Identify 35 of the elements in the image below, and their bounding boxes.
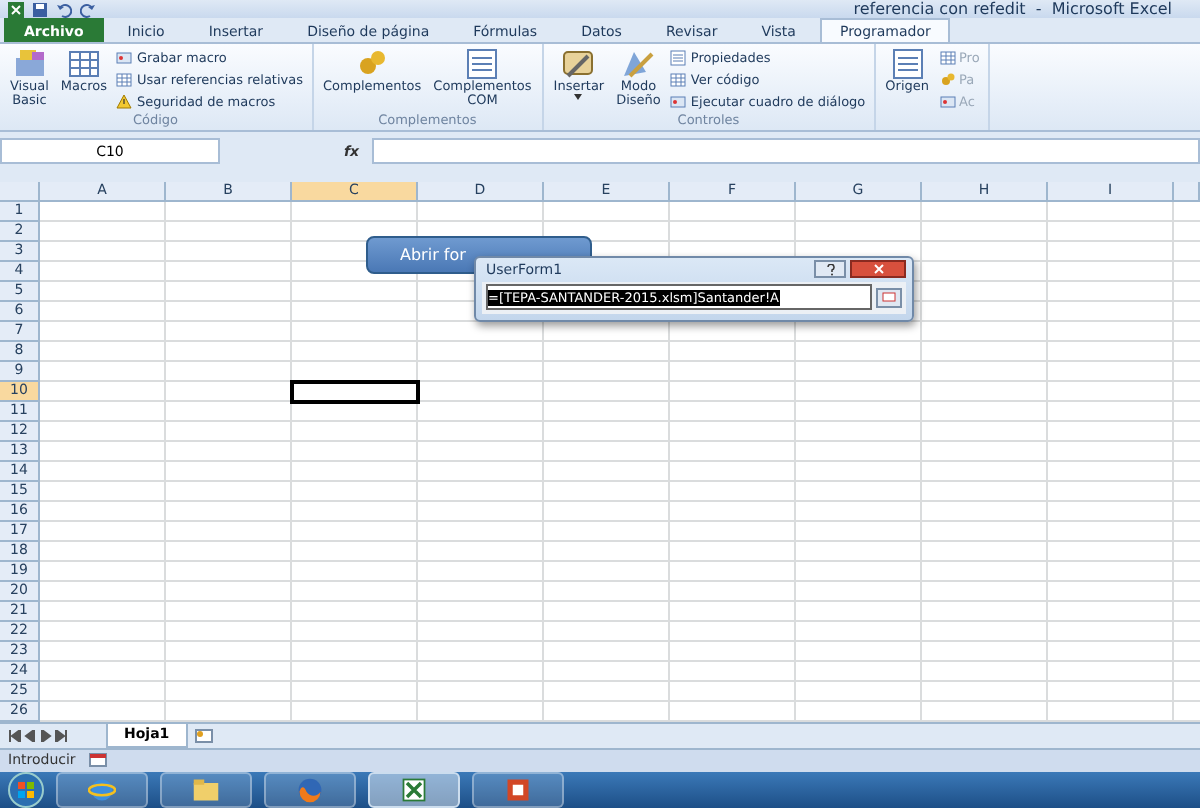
- taskbar-button[interactable]: [368, 772, 460, 808]
- grid-icon: [939, 50, 955, 67]
- list-icon: [891, 48, 924, 81]
- grid-icon: [670, 72, 687, 89]
- grid-icon: [67, 48, 100, 81]
- record-icon: [670, 94, 687, 111]
- list-icon: [670, 50, 687, 67]
- record-icon: [939, 94, 955, 111]
- range-icon: [882, 292, 896, 303]
- gears-icon: [939, 72, 955, 89]
- formula-field[interactable]: [371, 138, 1200, 165]
- help-button[interactable]: [814, 260, 846, 279]
- redo-icon[interactable]: [80, 1, 96, 18]
- spreadsheet-icon: [400, 776, 428, 804]
- warning-icon: [116, 94, 133, 111]
- grid-icon: [116, 72, 133, 89]
- window-title: referencia con refedit - Microsoft Excel: [853, 0, 1172, 19]
- list-icon: [466, 48, 499, 81]
- close-icon: [873, 264, 883, 275]
- close-button[interactable]: [850, 260, 906, 279]
- sheet-nav-arrows-icon[interactable]: [8, 729, 68, 742]
- fox-globe-icon: [296, 776, 324, 804]
- spreadsheet-icon[interactable]: [8, 1, 24, 18]
- globe-icon: [88, 776, 116, 804]
- presentation-icon: [504, 776, 532, 804]
- record-icon: [116, 50, 133, 67]
- folder-icon: [192, 776, 220, 804]
- question-icon: [825, 263, 835, 276]
- undo-icon[interactable]: [56, 1, 72, 18]
- new-sheet-icon[interactable]: [193, 727, 214, 744]
- collapse-button[interactable]: [876, 287, 902, 308]
- macro-record-icon[interactable]: [87, 752, 108, 769]
- start-button-icon[interactable]: [8, 772, 44, 808]
- active-cell[interactable]: [292, 381, 418, 402]
- save-icon[interactable]: [32, 1, 48, 18]
